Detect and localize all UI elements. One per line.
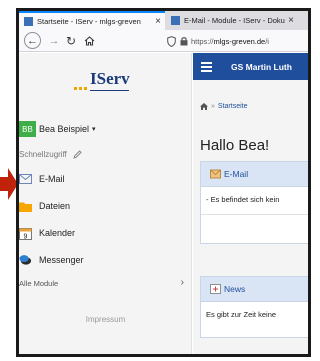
reload-button[interactable]: ↻ xyxy=(64,32,78,49)
tab-email-module[interactable]: E-Mail - Module - IServ - Doku × xyxy=(166,11,298,30)
sidebar-item-messenger[interactable]: Messenger xyxy=(19,252,84,268)
iserv-logo[interactable]: IServ xyxy=(74,69,174,101)
pencil-icon[interactable] xyxy=(73,150,82,159)
caret-down-icon: ▾ xyxy=(92,126,96,133)
impressum-link[interactable]: Impressum xyxy=(19,315,192,324)
calendar-day: 9 xyxy=(24,233,28,240)
email-panel-text: - Es befindet sich kein xyxy=(201,187,308,215)
home-icon xyxy=(84,35,94,46)
tab-title: Startseite - IServ - mlgs-greven xyxy=(37,17,141,26)
calendar-icon: 9 xyxy=(19,227,32,240)
messenger-icon xyxy=(19,254,32,267)
tab-startseite[interactable]: Startseite - IServ - mlgs-greven × xyxy=(19,11,165,30)
forward-button[interactable]: → xyxy=(47,32,61,49)
sidebar-item-calendar[interactable]: 9 Kalender xyxy=(19,225,75,241)
tab-strip: Startseite - IServ - mlgs-greven × E-Mai… xyxy=(19,11,308,30)
quick-access-heading: Schnellzugriff xyxy=(19,150,82,159)
url-host: mlgs-greven.de xyxy=(213,36,266,46)
logo-text: IServ xyxy=(90,69,130,88)
tab-title: E-Mail - Module - IServ - Doku xyxy=(184,16,285,25)
email-panel-header[interactable]: E-Mail xyxy=(201,162,308,187)
breadcrumb-startseite[interactable]: Startseite xyxy=(218,103,248,110)
navigation-toolbar: ← → ↻ https://mlgs-greven.de/i xyxy=(19,30,308,52)
envelope-icon xyxy=(19,173,32,186)
home-icon[interactable] xyxy=(200,103,208,110)
sidebar: IServ BB Bea Beispiel ▾ Schnellzugriff E… xyxy=(19,53,192,354)
chevron-right-icon: › xyxy=(180,277,184,288)
email-panel: E-Mail - Es befindet sich kein xyxy=(200,161,308,244)
user-menu[interactable]: BB Bea Beispiel ▾ xyxy=(19,121,96,137)
iserv-favicon-icon xyxy=(171,16,180,25)
news-panel-header[interactable]: News xyxy=(201,277,308,302)
quick-access-label: Schnellzugriff xyxy=(19,150,67,159)
home-button[interactable] xyxy=(82,32,96,49)
news-panel-text: Es gibt zur Zeit keine xyxy=(206,310,277,319)
url-text: https://mlgs-greven.de/i xyxy=(191,37,269,46)
browser-window: Startseite - IServ - mlgs-greven × E-Mai… xyxy=(16,8,311,357)
url-bar[interactable]: https://mlgs-greven.de/i xyxy=(167,33,308,49)
news-icon xyxy=(210,284,221,294)
top-bar: GS Martin Luth xyxy=(193,53,308,80)
all-modules-link[interactable]: Alle Module › xyxy=(19,277,184,288)
all-modules-label: Alle Module xyxy=(19,279,59,288)
sidebar-item-label: E-Mail xyxy=(39,174,65,184)
logo-dots xyxy=(74,87,87,90)
sidebar-item-email[interactable]: E-Mail xyxy=(19,171,65,187)
shield-icon[interactable] xyxy=(167,35,176,47)
hamburger-menu-icon[interactable] xyxy=(201,61,212,72)
page-title: Hallo Bea! xyxy=(200,137,270,154)
email-panel-title: E-Mail xyxy=(224,169,249,179)
sidebar-item-label: Dateien xyxy=(39,201,71,211)
main-content: GS Martin Luth » Startseite Hallo Bea! E… xyxy=(193,53,308,354)
avatar: BB xyxy=(19,121,36,137)
sidebar-item-files[interactable]: Dateien xyxy=(19,198,70,214)
lock-icon[interactable] xyxy=(180,36,188,46)
tab-close-icon[interactable]: × xyxy=(155,16,161,27)
breadcrumb-separator: » xyxy=(211,103,215,110)
news-panel-title: News xyxy=(224,284,246,294)
folder-icon xyxy=(19,200,32,213)
logo-underline xyxy=(90,90,129,91)
tab-close-icon[interactable]: × xyxy=(288,15,294,26)
iserv-favicon-icon xyxy=(24,17,33,26)
sidebar-item-label: Kalender xyxy=(39,228,76,238)
url-scheme: https:// xyxy=(191,36,214,46)
school-name: GS Martin Luth xyxy=(231,61,292,72)
back-button[interactable]: ← xyxy=(24,32,41,49)
envelope-icon xyxy=(210,169,221,179)
user-name: Bea Beispiel xyxy=(39,124,90,134)
url-path: /i xyxy=(265,36,269,46)
breadcrumb: » Startseite xyxy=(200,103,247,110)
sidebar-item-label: Messenger xyxy=(39,255,84,265)
news-panel: News Es gibt zur Zeit keine xyxy=(200,276,308,338)
